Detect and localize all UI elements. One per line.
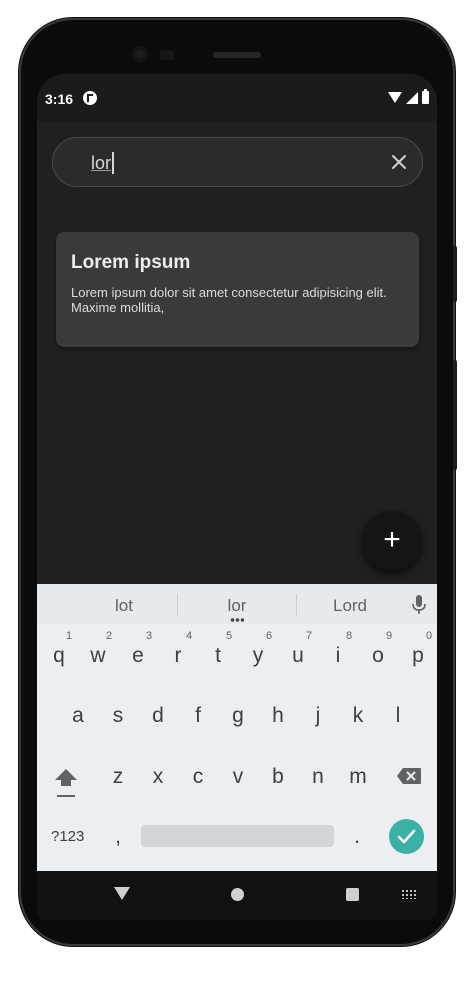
suggestion-strip: lot lor Lord: [37, 584, 437, 624]
key-b[interactable]: b: [258, 765, 298, 789]
key-hint: 9: [385, 630, 393, 642]
key-k[interactable]: k: [338, 704, 378, 728]
signal-icon: [406, 91, 418, 104]
home-icon[interactable]: [231, 888, 244, 901]
result-card[interactable]: Lorem ipsum Lorem ipsum dolor sit amet c…: [56, 232, 419, 347]
volume-button: [453, 246, 457, 302]
key-hint: 7: [305, 630, 313, 642]
key-i[interactable]: i: [318, 644, 358, 668]
key-hint: 1: [65, 630, 73, 642]
wifi-icon: [388, 92, 402, 103]
key-s[interactable]: s: [98, 704, 138, 728]
suggestion-2[interactable]: lor: [182, 596, 292, 616]
suggestion-divider: [177, 594, 178, 616]
card-body: Lorem ipsum dolor sit amet consectetur a…: [71, 285, 387, 315]
add-button[interactable]: +: [362, 511, 422, 571]
mic-icon[interactable]: [411, 594, 427, 616]
app-notification-icon: [83, 91, 97, 105]
key-q[interactable]: q: [39, 644, 79, 668]
key-f[interactable]: f: [178, 704, 218, 728]
status-icons: [388, 89, 429, 104]
key-hint: 2: [105, 630, 113, 642]
search-query: lor: [91, 153, 112, 173]
key-hint: 0: [425, 630, 433, 642]
key-l[interactable]: l: [378, 704, 418, 728]
status-bar: 3:16: [37, 74, 437, 122]
search-bar[interactable]: lor: [52, 137, 423, 187]
key-o[interactable]: o: [358, 644, 398, 668]
navigation-bar: [37, 871, 437, 920]
key-h[interactable]: h: [258, 704, 298, 728]
proximity-sensor: [160, 50, 174, 60]
key-hint: 6: [265, 630, 273, 642]
key-w[interactable]: w: [78, 644, 118, 668]
status-time: 3:16: [45, 91, 74, 107]
key-v[interactable]: v: [218, 765, 258, 789]
key-t[interactable]: t: [198, 644, 238, 668]
key-d[interactable]: d: [138, 704, 178, 728]
soft-keyboard: lot lor Lord 1 2 3 4 5 6 7 8 9 0 q w e r…: [37, 584, 437, 871]
back-icon[interactable]: [114, 887, 130, 900]
front-camera: [132, 46, 148, 62]
key-g[interactable]: g: [218, 704, 258, 728]
more-suggestions-icon[interactable]: [230, 618, 244, 622]
key-hint: 4: [185, 630, 193, 642]
key-hint: 5: [225, 630, 233, 642]
earpiece-speaker: [213, 52, 261, 58]
suggestion-3[interactable]: Lord: [295, 596, 405, 616]
key-m[interactable]: m: [338, 765, 378, 789]
close-icon[interactable]: [388, 151, 410, 173]
backspace-icon[interactable]: [396, 767, 422, 785]
shift-icon[interactable]: [53, 767, 79, 799]
search-input[interactable]: lor: [91, 152, 114, 174]
key-c[interactable]: c: [178, 765, 218, 789]
key-hint: 3: [145, 630, 153, 642]
text-cursor: [112, 152, 114, 174]
key-x[interactable]: x: [138, 765, 178, 789]
enter-button[interactable]: [389, 819, 424, 854]
card-title: Lorem ipsum: [71, 252, 191, 273]
key-hint: 8: [345, 630, 353, 642]
key-z[interactable]: z: [98, 765, 138, 789]
suggestion-1[interactable]: lot: [69, 596, 179, 616]
recents-icon[interactable]: [346, 888, 359, 901]
key-n[interactable]: n: [298, 765, 338, 789]
key-j[interactable]: j: [298, 704, 338, 728]
key-e[interactable]: e: [118, 644, 158, 668]
comma-key[interactable]: ,: [98, 825, 138, 849]
power-button: [453, 360, 457, 470]
key-u[interactable]: u: [278, 644, 318, 668]
keyboard-switch-icon[interactable]: [401, 889, 417, 899]
symbols-key[interactable]: ?123: [51, 828, 84, 845]
space-bar[interactable]: [141, 825, 334, 847]
check-icon: [397, 829, 416, 844]
key-y[interactable]: y: [238, 644, 278, 668]
period-key[interactable]: .: [337, 825, 377, 849]
battery-icon: [422, 89, 429, 104]
key-p[interactable]: p: [398, 644, 437, 668]
key-r[interactable]: r: [158, 644, 198, 668]
key-a[interactable]: a: [58, 704, 98, 728]
screen: 3:16 lor Lorem ipsum Lorem ipsum dolor s…: [37, 74, 437, 920]
